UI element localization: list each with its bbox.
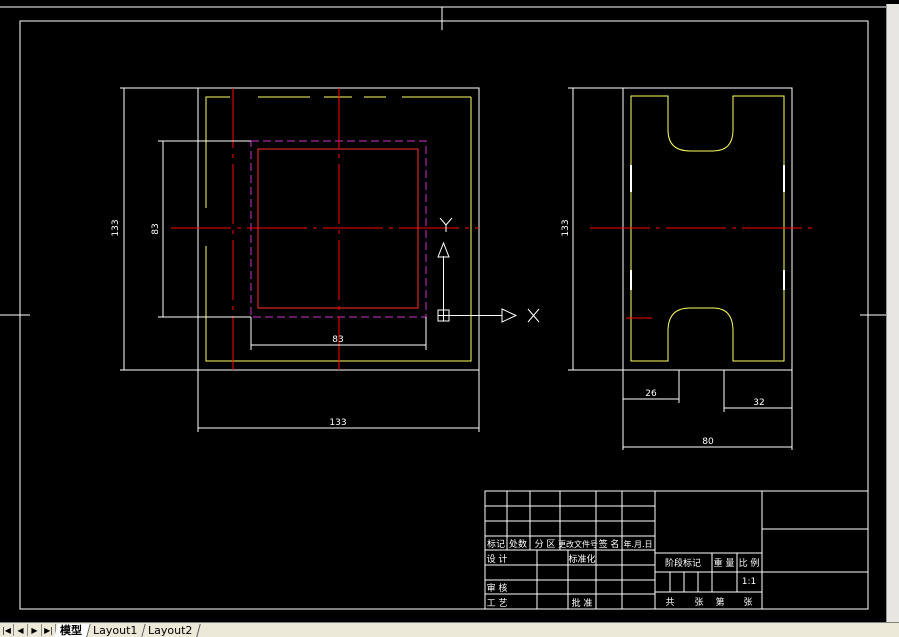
rev-header-2: 分 区: [535, 539, 556, 550]
sheet-no-label: 第: [715, 596, 724, 608]
tab-model[interactable]: 模型: [54, 623, 91, 637]
front-inner-width-dim: 83: [332, 335, 343, 345]
sheet-total-label: 共: [665, 597, 674, 608]
side-view[interactable]: 133 26 32 80: [561, 87, 818, 450]
drawing-canvas[interactable]: 133 83 83 133 133 26 32 80 标记 处数 分 区 更改文…: [0, 0, 899, 622]
front-width-dim: 133: [329, 418, 346, 428]
next-tab-icon[interactable]: ▶: [28, 624, 42, 636]
row-standard-label: 标准化: [568, 553, 595, 565]
sheet-unit-2: 张: [743, 597, 752, 608]
rev-header-4: 签 名: [599, 538, 620, 550]
side-left-dim: 26: [645, 389, 657, 399]
title-block[interactable]: 标记 处数 分 区 更改文件号 签 名 年.月.日 设 计 标准化 审 核 工 …: [484, 490, 869, 610]
front-height-dim: 133: [111, 219, 121, 236]
side-total-dim: 80: [702, 437, 714, 447]
side-height-dim: 133: [561, 219, 571, 236]
rev-header-0: 标记: [487, 538, 505, 550]
scale-value: 1:1: [742, 577, 756, 587]
ucs-icon: [437, 217, 540, 323]
rev-header-3: 更改文件号: [558, 539, 598, 549]
stage-label: 阶段标记: [665, 557, 701, 569]
row-process-label: 工 艺: [487, 598, 508, 609]
rev-header-5: 年.月.日: [623, 539, 652, 549]
row-review-label: 审 核: [487, 582, 508, 594]
scale-label: 比 例: [739, 557, 760, 569]
tab-layout1[interactable]: Layout1: [87, 623, 147, 637]
first-tab-icon[interactable]: |◀: [0, 624, 14, 636]
side-right-dim: 32: [753, 398, 764, 408]
row-design-label: 设 计: [487, 553, 508, 565]
weight-label: 重 量: [714, 557, 735, 569]
sheet-unit-1: 张: [694, 597, 703, 608]
front-inner-height-dim: 83: [151, 223, 161, 234]
front-view[interactable]: 133 83 83 133: [111, 87, 540, 432]
vertical-scrollbar[interactable]: [886, 4, 899, 622]
layout-tab-bar: |◀ ◀ ▶ ▶| 模型 Layout1 Layout2: [0, 622, 899, 637]
row-approve-label: 批 准: [572, 597, 593, 609]
rev-header-1: 处数: [509, 538, 527, 550]
prev-tab-icon[interactable]: ◀: [14, 624, 28, 636]
tab-layout2[interactable]: Layout2: [142, 623, 202, 637]
